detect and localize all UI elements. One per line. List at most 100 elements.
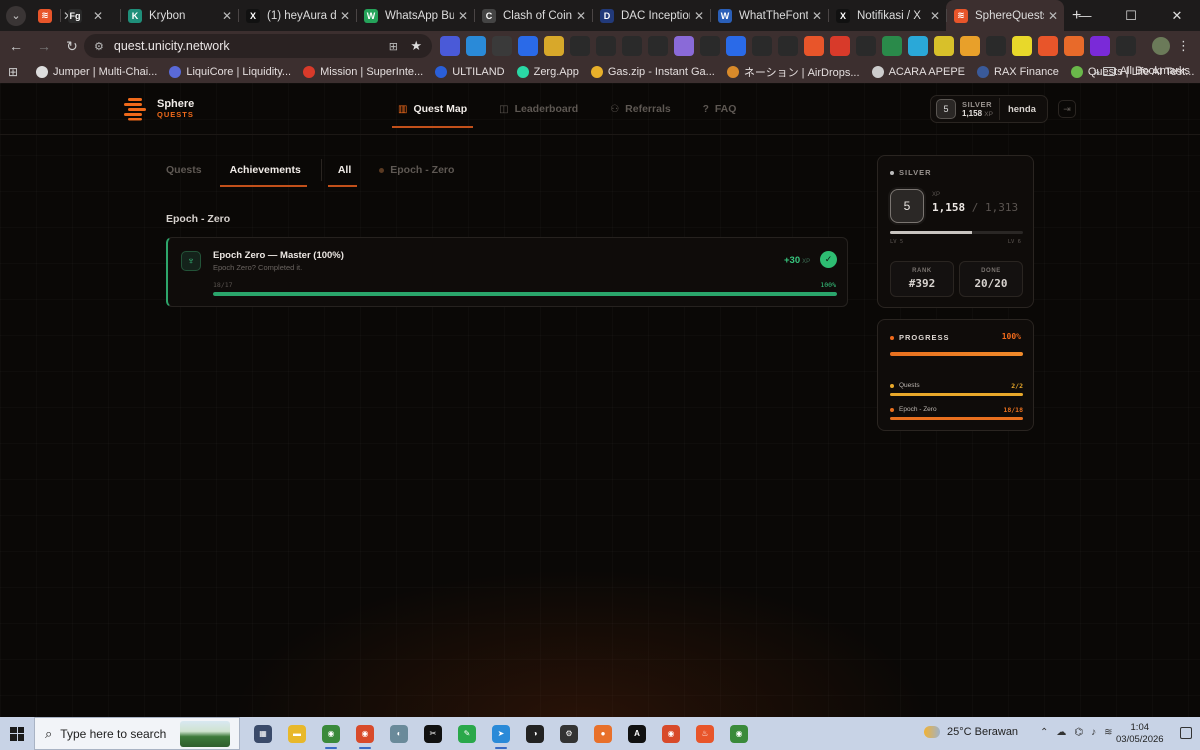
taskbar-app[interactable]: ✎ [450,717,484,750]
nav-quest-map[interactable]: ▥ Quest Map [391,83,474,135]
extension-icon[interactable] [934,36,954,56]
more-bookmarks-icon[interactable]: » [1093,65,1100,79]
bookmark-item[interactable]: Gas.zip - Instant Ga... [590,64,715,80]
tab-close-icon[interactable]: ✕ [1048,9,1058,23]
browser-tab[interactable]: X (1) heyAura di X: ✕ [238,0,356,31]
hidden-icons-chevron[interactable]: ⌃ [1040,727,1048,738]
bookmark-item[interactable]: RAX Finance [977,64,1059,80]
bookmark-item[interactable]: ULTILAND [435,64,505,80]
browser-tab-active[interactable]: ≋ SphereQuests | Te ✕ [946,0,1064,31]
tab-close-icon[interactable]: ✕ [458,9,468,23]
tab-search-button[interactable]: ⌄ [6,5,26,26]
extension-icon[interactable] [570,36,590,56]
achievement-card[interactable]: ♆ Epoch Zero — Master (100%) Epoch Zero?… [166,237,848,307]
cloud-icon[interactable]: ☁ [1056,727,1066,738]
filter-epoch-zero[interactable]: Epoch - Zero [379,155,454,187]
brand-logo[interactable]: Sphere QUESTS [122,97,194,121]
reload-button[interactable]: ↻ [60,38,84,55]
tab-close-icon[interactable]: ✕ [694,9,704,23]
bookmark-item[interactable]: ACARA APEPE [871,64,965,80]
extension-icon[interactable] [856,36,876,56]
browser-tab[interactable]: D DAC Inception — ✕ [592,0,710,31]
extension-icon[interactable] [752,36,772,56]
taskbar-app[interactable]: ◉ [348,717,382,750]
taskbar-app[interactable]: ◉ [314,717,348,750]
extension-icon[interactable] [544,36,564,56]
network-icon[interactable]: ⌬ [1074,727,1083,738]
tab-close-icon[interactable]: ✕ [930,9,940,23]
tab-achievements[interactable]: Achievements [219,155,308,187]
extension-icon[interactable] [1090,36,1110,56]
apps-grid-icon[interactable]: ⊞ [8,65,24,79]
extension-icon[interactable] [596,36,616,56]
maximize-button[interactable]: ☐ [1108,0,1154,31]
taskbar-app[interactable]: ➤ [484,717,518,750]
taskbar-app[interactable]: ◐ [382,717,416,750]
volume-icon[interactable]: ♪ [1091,727,1096,738]
extension-icon[interactable] [830,36,850,56]
logout-icon[interactable]: ⇥ [1058,100,1076,118]
tab-close-icon[interactable]: ✕ [576,9,586,23]
extension-icon[interactable] [960,36,980,56]
clock[interactable]: 1:04 03/05/2026 [1116,722,1164,746]
taskbar-app[interactable]: ◉ [654,717,688,750]
extension-icon[interactable] [466,36,486,56]
extension-icon[interactable] [674,36,694,56]
extension-icon[interactable] [1012,36,1032,56]
wifi-icon[interactable]: ≋ [1104,727,1112,738]
notifications-icon[interactable] [1180,727,1192,739]
bookmark-item[interactable]: ネーション | AirDrops... [726,64,860,80]
extension-icon[interactable] [908,36,928,56]
extension-icon[interactable] [778,36,798,56]
user-badge[interactable]: 5 SILVER 1,158 XP henda [930,95,1048,123]
extension-icon[interactable] [1038,36,1058,56]
tab-close-icon[interactable]: ✕ [340,9,350,23]
tab-close-icon[interactable]: ✕ [812,9,822,23]
extension-icon[interactable] [492,36,512,56]
tab-close-icon[interactable]: ✕ [93,9,103,23]
taskbar-app[interactable]: ◑ [518,717,552,750]
filter-all[interactable]: All [327,155,358,187]
address-bar[interactable]: ⚙ quest.unicity.network ⊞ ★ [84,34,432,58]
bookmark-item[interactable]: Zerg.App [516,64,579,80]
search-highlight-image[interactable] [180,720,230,747]
profile-avatar[interactable] [1152,37,1170,55]
taskbar-app[interactable]: ● [586,717,620,750]
taskbar-app[interactable]: ▦ [246,717,280,750]
bookmark-item[interactable]: Jumper | Multi-Chai... [36,64,157,80]
extension-icon[interactable] [1064,36,1084,56]
taskbar-app[interactable]: ▬ [280,717,314,750]
browser-tab[interactable]: ≋✕ [30,0,73,31]
browser-tab[interactable]: W WhatsApp Busine ✕ [356,0,474,31]
extension-icon[interactable] [648,36,668,56]
browser-tab[interactable]: X Notifikasi / X ✕ [828,0,946,31]
taskbar-app[interactable]: ♨ [688,717,722,750]
site-info-icon[interactable]: ⚙ [94,40,104,53]
extension-icon[interactable] [726,36,746,56]
extension-icon[interactable] [622,36,642,56]
bookmark-item[interactable]: LiquiCore | Liquidity... [169,64,291,80]
back-button[interactable]: ← [4,38,28,54]
translate-icon[interactable]: ⊞ [389,40,398,53]
tab-quests[interactable]: Quests [166,155,202,187]
taskbar-app[interactable]: ✂ [416,717,450,750]
weather-widget[interactable]: 25°C Berawan [924,726,1018,738]
nav-faq[interactable]: ? FAQ [703,83,737,135]
tab-close-icon[interactable]: ✕ [222,9,232,23]
bookmark-star-icon[interactable]: ★ [410,38,422,54]
extension-icon[interactable] [440,36,460,56]
taskbar-app[interactable]: ◉ [722,717,756,750]
browser-tab[interactable]: C Clash of Coins ✕ [474,0,592,31]
browser-tab[interactable]: W WhatTheFont Fon ✕ [710,0,828,31]
browser-tab[interactable]: Fg ✕ [60,0,120,31]
extension-icon[interactable] [1116,36,1136,56]
extension-icon[interactable] [882,36,902,56]
nav-leaderboard[interactable]: ◫ Leaderboard [499,83,578,135]
taskbar-app[interactable]: A [620,717,654,750]
browser-tab[interactable]: K Krybon ✕ [120,0,238,31]
extension-icon[interactable] [986,36,1006,56]
extension-icon[interactable] [804,36,824,56]
minimize-button[interactable]: — [1062,0,1108,31]
all-bookmarks-button[interactable]: All Bookmarks [1102,65,1190,77]
extension-icon[interactable] [518,36,538,56]
